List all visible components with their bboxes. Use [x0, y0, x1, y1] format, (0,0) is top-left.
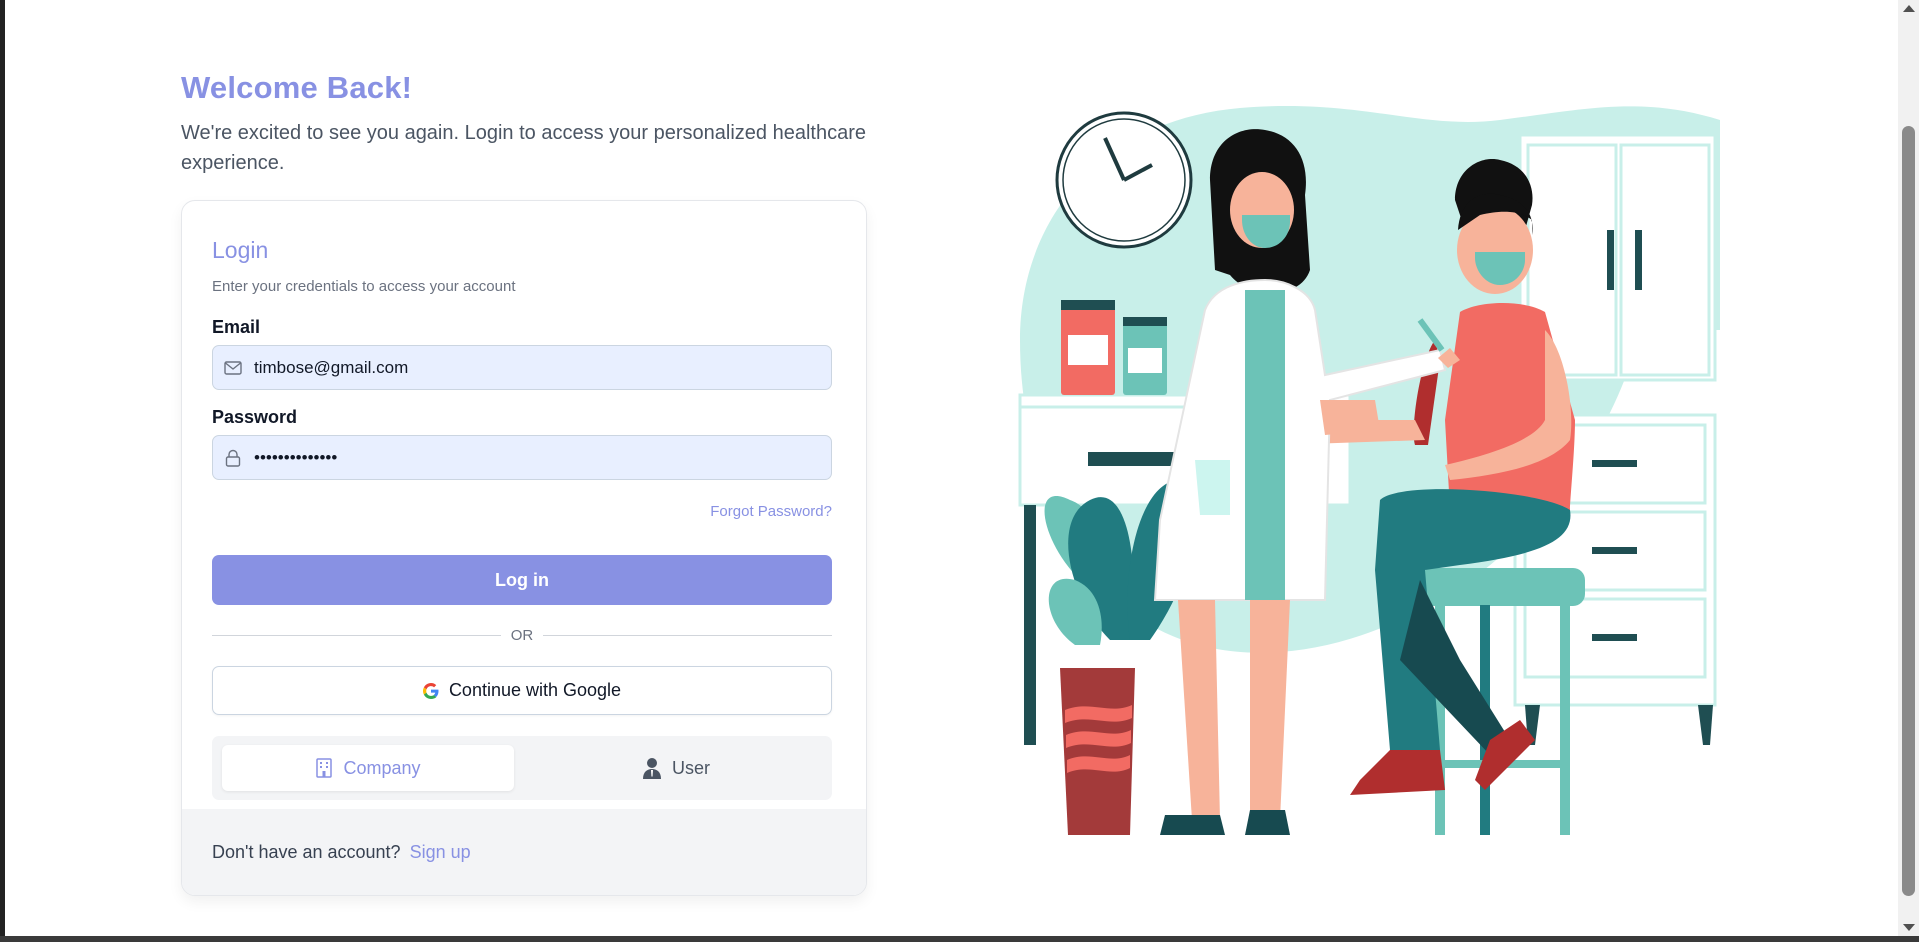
role-company-label: Company	[343, 757, 421, 778]
email-value: timbose@gmail.com	[254, 357, 409, 377]
login-description: Enter your credentials to access your ac…	[212, 278, 516, 295]
signup-link[interactable]: Sign up	[410, 842, 471, 863]
forgot-password-link[interactable]: Forgot Password?	[710, 503, 832, 520]
building-icon	[315, 758, 333, 778]
login-card: Login Enter your credentials to access y…	[181, 200, 867, 896]
email-label: Email	[212, 317, 261, 337]
login-title: Login	[212, 237, 269, 263]
scroll-down-arrow-icon[interactable]	[1903, 924, 1915, 931]
divider-line	[543, 634, 832, 636]
vertical-scrollbar[interactable]	[1898, 0, 1919, 936]
window-bottom-edge	[0, 936, 1919, 942]
page-subtitle: We're excited to see you again. Login to…	[181, 122, 866, 174]
vaccination-illustration	[1018, 106, 1720, 835]
or-divider: OR	[212, 625, 832, 645]
or-label: OR	[510, 626, 534, 644]
mail-icon	[224, 359, 242, 377]
google-button-label: Continue with Google	[448, 680, 622, 700]
password-value: ••••••••••••••	[254, 447, 338, 467]
role-user-button[interactable]: User	[530, 745, 822, 791]
google-icon	[422, 682, 439, 699]
password-field[interactable]: ••••••••••••••	[212, 435, 832, 480]
google-signin-button[interactable]: Continue with Google	[212, 666, 832, 715]
signup-prompt: Don't have an account?	[212, 841, 401, 862]
lock-icon	[224, 449, 242, 467]
role-toggle: Company User	[212, 736, 832, 800]
password-label: Password	[212, 407, 298, 427]
login-button[interactable]: Log in	[212, 555, 832, 605]
divider-line	[212, 634, 501, 636]
welcome-section: Welcome Back! We're excited to see you a…	[181, 70, 871, 178]
user-icon	[642, 757, 662, 779]
email-field[interactable]: timbose@gmail.com	[212, 345, 832, 390]
page-title: Welcome Back!	[181, 70, 413, 105]
role-company-button[interactable]: Company	[222, 745, 514, 791]
scroll-up-arrow-icon[interactable]	[1903, 5, 1915, 12]
role-user-label: User	[671, 757, 710, 778]
card-footer: Don't have an account? Sign up	[182, 809, 866, 895]
page: Welcome Back! We're excited to see you a…	[5, 0, 1898, 936]
scrollbar-thumb[interactable]	[1902, 126, 1915, 896]
